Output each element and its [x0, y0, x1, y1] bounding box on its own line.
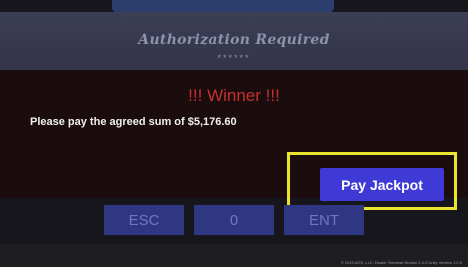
winner-heading: !!! Winner !!!: [188, 86, 280, 105]
auth-title: Authorization Required: [138, 32, 330, 48]
footer: © 2015 AGS, LLC. Dealer Terminal Version…: [0, 244, 468, 267]
masked-code: ******: [217, 53, 251, 63]
zero-key[interactable]: 0: [194, 205, 274, 235]
esc-key[interactable]: ESC: [104, 205, 184, 235]
auth-header: Authorization Required ******: [0, 12, 468, 70]
payment-message: Please pay the agreed sum of $5,176.60: [30, 116, 237, 128]
ent-key[interactable]: ENT: [284, 205, 364, 235]
pay-jackpot-button[interactable]: Pay Jackpot: [320, 168, 444, 201]
top-tab: [112, 0, 334, 12]
footer-copyright: © 2015 AGS, LLC. Dealer Terminal Version…: [340, 260, 462, 265]
